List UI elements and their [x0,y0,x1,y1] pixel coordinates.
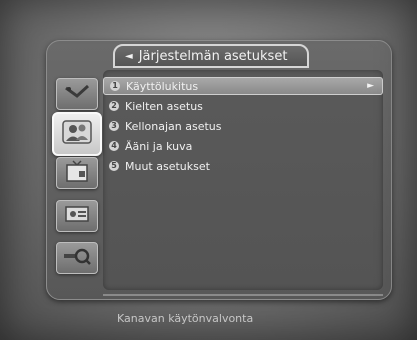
menu-item-label: Ääni ja kuva [125,139,193,153]
menu-item-label: Käyttölukitus [126,79,199,93]
menu-item-language[interactable]: 2 Kielten asetus [103,97,383,115]
item-number-badge: 1 [110,81,120,91]
item-number-badge: 3 [109,121,119,131]
user-settings-icon [60,118,94,150]
menu-item-other-settings[interactable]: 5 Muut asetukset [103,157,383,175]
media-card-icon [63,203,91,229]
menu-item-audio-video[interactable]: 4 Ääni ja kuva [103,137,383,155]
satellite-dish-icon [63,82,91,106]
sidebar-item-media[interactable] [56,200,98,232]
menu-item-label: Muut asetukset [125,159,210,173]
sidebar-item-search[interactable] [56,242,98,274]
tv-channel-icon [63,159,91,187]
submenu-arrow-icon: ► [367,81,374,91]
sidebar-item-system-settings[interactable] [52,112,102,156]
page-title: Järjestelmän asetukset [138,48,288,64]
item-number-badge: 5 [109,161,119,171]
menu-item-parental-lock[interactable]: 1 Käyttölukitus ► [103,77,383,95]
footer-divider [103,294,383,296]
menu-item-label: Kellonajan asetus [125,119,222,133]
search-key-icon [62,246,92,270]
window-title-tab: ◄ Järjestelmän asetukset [113,44,309,68]
menu-item-label: Kielten asetus [125,99,203,113]
sidebar-item-installation[interactable] [56,78,98,110]
item-number-badge: 4 [109,141,119,151]
status-help-text: Kanavan käytönvalvonta [117,312,254,325]
item-number-badge: 2 [109,101,119,111]
sidebar-item-channels[interactable] [56,157,98,189]
menu-item-time[interactable]: 3 Kellonajan asetus [103,117,383,135]
back-arrow-icon[interactable]: ◄ [125,51,133,62]
